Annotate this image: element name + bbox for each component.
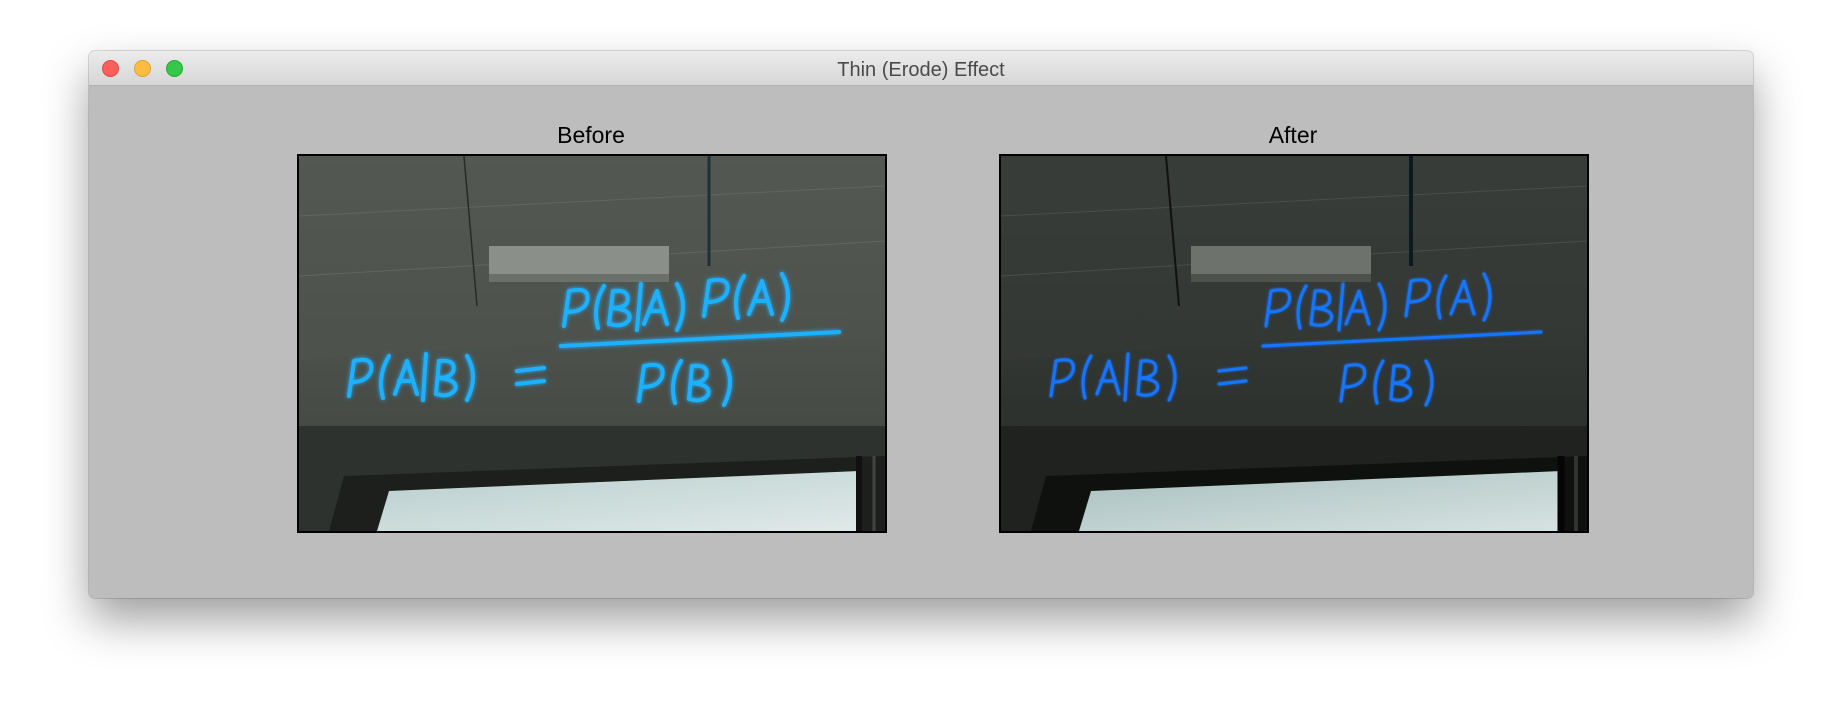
after-label: After <box>1268 122 1318 148</box>
window-title: Thin (Erode) Effect <box>837 59 1005 81</box>
after-image-graphic <box>1001 156 1587 531</box>
window-content: Before After <box>89 86 1753 598</box>
app-window: Thin (Erode) Effect Before After <box>89 51 1753 598</box>
before-image-graphic <box>299 156 885 531</box>
after-image <box>999 154 1589 533</box>
before-image <box>297 154 887 533</box>
title-bar[interactable]: Thin (Erode) Effect <box>89 51 1753 86</box>
before-label: Before <box>557 122 625 148</box>
